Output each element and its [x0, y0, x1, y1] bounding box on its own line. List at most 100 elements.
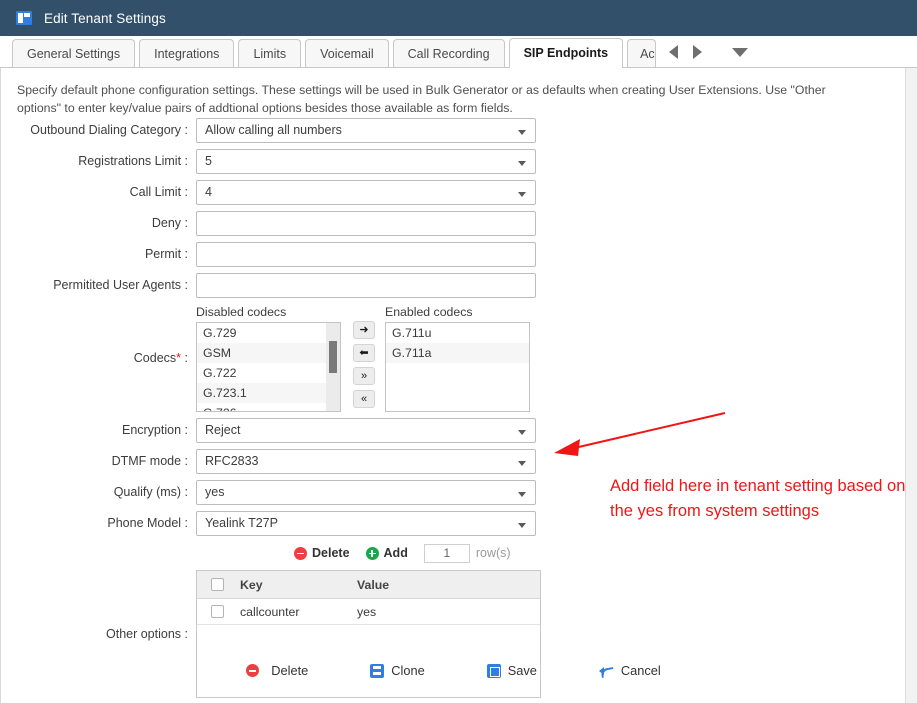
- tab-sip-endpoints[interactable]: SIP Endpoints: [508, 38, 624, 68]
- save-button[interactable]: Save: [486, 663, 537, 678]
- table-row[interactable]: callcounter yes: [197, 599, 540, 625]
- label-call-limit: Call Limit :: [129, 185, 188, 199]
- qualify-ms-select[interactable]: yes: [196, 480, 536, 505]
- add-row-label: Add: [383, 546, 408, 560]
- field-phone-model: Phone Model : Yealink T27P: [1, 511, 561, 536]
- move-right-icon[interactable]: ➜: [353, 321, 375, 339]
- field-outbound-dialing-category: Outbound Dialing Category : Allow callin…: [1, 118, 561, 143]
- phone-model-select[interactable]: Yealink T27P: [196, 511, 536, 536]
- label-dtmf-mode: DTMF mode :: [111, 454, 188, 468]
- rows-count-input[interactable]: [423, 543, 470, 563]
- label-outbound-dialing-category: Outbound Dialing Category :: [30, 123, 188, 137]
- delete-row-label: Delete: [312, 546, 350, 560]
- disabled-codecs-column: Disabled codecs G.729 GSM G.722 G.723.1 …: [196, 304, 341, 412]
- select-all-checkbox[interactable]: [210, 578, 224, 591]
- panel-description: Specify default phone configuration sett…: [17, 83, 826, 115]
- field-encryption: Encryption : Reject: [1, 418, 561, 443]
- deny-input[interactable]: [196, 211, 536, 236]
- permitted-user-agents-input[interactable]: [196, 273, 536, 298]
- dtmf-mode-select[interactable]: RFC2833: [196, 449, 536, 474]
- label-qualify-ms: Qualify (ms) :: [113, 485, 188, 499]
- list-item[interactable]: G.711u: [386, 323, 529, 343]
- tab-advanced[interactable]: Ac: [627, 39, 656, 67]
- tab-scroll-right-button[interactable]: [686, 41, 710, 63]
- tab-voicemail[interactable]: Voicemail: [305, 39, 389, 67]
- delete-button[interactable]: Delete: [246, 663, 308, 678]
- field-permit: Permit :: [1, 242, 561, 267]
- list-item[interactable]: G.723.1: [197, 383, 340, 403]
- field-other-options: Other options : Key Value callcounter ye…: [1, 570, 561, 698]
- minus-circle-icon: [294, 546, 307, 560]
- move-all-right-icon[interactable]: »: [353, 367, 375, 385]
- add-row-button[interactable]: Add: [365, 546, 408, 560]
- clone-icon: [370, 663, 385, 678]
- other-options-table: Key Value callcounter yes: [196, 570, 541, 698]
- label-permit: Permit :: [144, 247, 188, 261]
- column-header-value: Value: [357, 577, 390, 592]
- row-select-cell: [197, 605, 237, 618]
- field-registrations-limit: Registrations Limit : 5: [1, 149, 561, 174]
- edit-tenant-settings-window: Edit Tenant Settings General Settings In…: [0, 0, 917, 703]
- window-app-icon: [16, 11, 32, 25]
- scrollbar-thumb[interactable]: [329, 341, 337, 373]
- cancel-button[interactable]: Cancel: [598, 663, 661, 678]
- vertical-scrollbar-track[interactable]: [905, 68, 917, 703]
- clone-button[interactable]: Clone: [370, 663, 425, 678]
- encryption-select[interactable]: Reject: [196, 418, 536, 443]
- tab-limits[interactable]: Limits: [238, 39, 302, 67]
- save-button-label: Save: [507, 663, 537, 678]
- field-permitted-user-agents: Permitited User Agents :: [1, 273, 561, 298]
- tab-navigation-controls: [662, 41, 752, 63]
- sip-endpoints-panel: Specify default phone configuration sett…: [0, 68, 905, 703]
- tab-strip: General Settings Integrations Limits Voi…: [0, 36, 917, 68]
- chevron-right-icon: [693, 45, 703, 59]
- chevron-left-icon: [669, 45, 679, 59]
- list-item[interactable]: G.722: [197, 363, 340, 383]
- field-call-limit: Call Limit : 4: [1, 180, 561, 205]
- label-phone-model: Phone Model :: [107, 516, 188, 530]
- list-item[interactable]: GSM: [197, 343, 340, 363]
- tab-general-settings[interactable]: General Settings: [12, 39, 136, 67]
- table-header-row: Key Value: [197, 571, 540, 599]
- row-checkbox[interactable]: [210, 605, 224, 618]
- delete-row-button[interactable]: Delete: [294, 546, 350, 560]
- cancel-button-label: Cancel: [620, 663, 661, 678]
- move-all-left-icon[interactable]: «: [353, 390, 375, 408]
- clone-button-label: Clone: [391, 663, 425, 678]
- disabled-codecs-scrollbar[interactable]: [326, 323, 340, 411]
- label-codecs-colon: :: [184, 351, 188, 365]
- tab-call-recording[interactable]: Call Recording: [392, 39, 505, 67]
- tab-list-dropdown-button[interactable]: [728, 41, 752, 63]
- move-left-icon[interactable]: ⬅: [353, 344, 375, 362]
- tab-scroll-left-button[interactable]: [662, 41, 686, 63]
- other-options-toolbar: Delete Add row(s): [1, 542, 561, 564]
- label-deny: Deny :: [151, 216, 188, 230]
- field-dtmf-mode: DTMF mode : RFC2833: [1, 449, 561, 474]
- cell-key: callcounter: [240, 604, 300, 619]
- window-title-bar: Edit Tenant Settings: [0, 0, 917, 36]
- tab-integrations[interactable]: Integrations: [139, 39, 235, 67]
- enabled-codecs-list[interactable]: G.711u G.711a: [385, 322, 530, 412]
- plus-circle-icon: [365, 546, 379, 560]
- save-icon: [486, 663, 501, 678]
- enabled-codecs-column: Enabled codecs G.711u G.711a: [385, 304, 530, 412]
- call-limit-select[interactable]: 4: [196, 180, 536, 205]
- list-item[interactable]: G.729: [197, 323, 340, 343]
- cell-value: yes: [357, 604, 377, 619]
- window-title: Edit Tenant Settings: [44, 10, 166, 26]
- label-other-options: Other options :: [106, 627, 188, 641]
- permit-input[interactable]: [196, 242, 536, 267]
- disabled-codecs-caption: Disabled codecs: [196, 305, 287, 319]
- column-header-key: Key: [240, 577, 263, 592]
- annotation-text: Add field here in tenant setting based o…: [610, 477, 906, 520]
- outbound-dialing-category-select[interactable]: Allow calling all numbers: [196, 118, 536, 143]
- field-qualify-ms: Qualify (ms) : yes: [1, 480, 561, 505]
- codec-transfer-buttons: ➜ ⬅ » «: [353, 321, 375, 408]
- field-codecs: Codecs* : Disabled codecs G.729 GSM G.72…: [1, 304, 561, 412]
- list-item[interactable]: G.711a: [386, 343, 529, 363]
- form-action-bar: Delete Clone Save Cancel: [1, 663, 905, 678]
- settings-form: Outbound Dialing Category : Allow callin…: [1, 118, 561, 698]
- registrations-limit-select[interactable]: 5: [196, 149, 536, 174]
- disabled-codecs-list[interactable]: G.729 GSM G.722 G.723.1 G.726: [196, 322, 341, 412]
- list-item[interactable]: G.726: [197, 403, 340, 411]
